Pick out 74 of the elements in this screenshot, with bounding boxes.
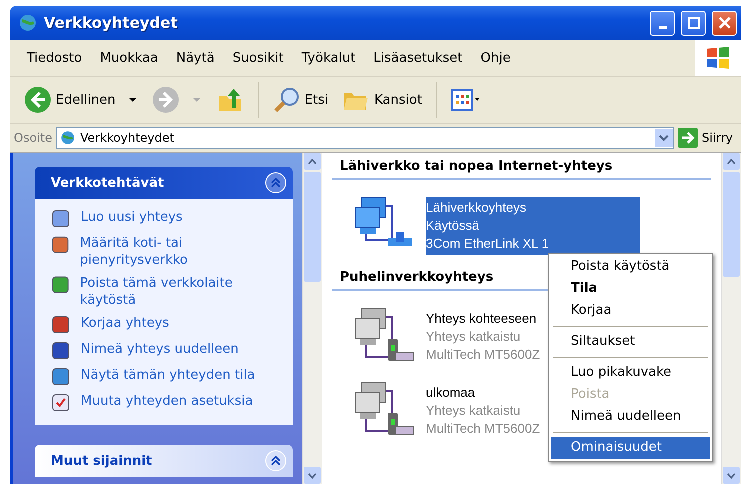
connection-status: Käytössä <box>426 217 480 235</box>
connection-name: Lähiverkkoyhteys <box>426 199 526 217</box>
connection-name: Yhteys kohteeseen <box>426 310 537 328</box>
menu-item[interactable]: Suosikit <box>224 50 293 66</box>
menu-item[interactable]: Muokkaa <box>91 50 168 66</box>
context-menu-item[interactable]: Nimeä uudelleen <box>551 406 710 428</box>
task-link[interactable]: Korjaa yhteys <box>81 315 170 332</box>
menu-item[interactable]: Työkalut <box>292 50 365 66</box>
chevron-down-icon <box>308 472 317 478</box>
search-icon <box>272 86 301 114</box>
address-field[interactable]: Verkkoyhteydet <box>56 127 674 149</box>
collapse-icon[interactable] <box>265 172 287 194</box>
task-icon <box>51 341 71 361</box>
views-icon <box>451 88 482 112</box>
task-link[interactable]: Näytä tämän yhteyden tila <box>81 367 256 384</box>
menu-item[interactable]: Lisäasetukset <box>364 50 472 66</box>
windows-flag-logo <box>695 40 741 76</box>
task-link[interactable]: Muuta yhteyden asetuksia <box>81 393 254 410</box>
context-menu-item[interactable]: Luo pikakuvake <box>551 362 710 384</box>
connection-name: ulkomaa <box>426 384 476 402</box>
device-name: MultiTech MT5600Z <box>426 420 540 438</box>
dropdown-caret-icon <box>192 97 202 103</box>
menu-item[interactable]: Tiedosto <box>18 50 92 66</box>
context-menu-item[interactable]: Korjaa <box>551 300 710 322</box>
device-name: 3Com EtherLink XL 1 <box>426 235 550 253</box>
arrow-right-icon <box>678 128 698 148</box>
context-menu-item[interactable]: Siltaukset <box>551 331 710 353</box>
chevron-up-icon <box>308 158 317 164</box>
group-header: Lähiverkko tai nopea Internet-yhteys <box>332 157 711 180</box>
dropdown-button[interactable] <box>654 129 673 147</box>
chevron-up-icon <box>727 158 736 164</box>
address-label: Osoite <box>14 131 52 145</box>
scroll-up-button[interactable] <box>304 153 321 170</box>
window-title: Verkkoyhteydet <box>44 14 179 32</box>
task-link[interactable]: Luo uusi yhteys <box>81 209 183 226</box>
menu-item[interactable]: Näytä <box>167 50 224 66</box>
task-icon <box>51 209 71 229</box>
dropdown-caret-icon <box>128 97 138 103</box>
task-icon <box>51 315 71 335</box>
connection-status: Yhteys katkaistu <box>426 402 521 420</box>
scroll-down-button[interactable] <box>723 467 740 484</box>
connection-status: Yhteys katkaistu <box>426 328 521 346</box>
maximize-button[interactable] <box>681 10 706 36</box>
network-globe-icon <box>18 13 38 33</box>
task-link[interactable]: Määritä koti- tai pienyritysverkko <box>80 235 285 269</box>
task-icon <box>51 275 70 295</box>
close-button[interactable] <box>712 10 737 36</box>
menu-item[interactable]: Ohje <box>472 50 520 66</box>
scroll-thumb[interactable] <box>304 172 321 282</box>
collapse-icon[interactable] <box>265 450 287 472</box>
minimize-icon <box>658 26 666 28</box>
back-button[interactable]: Edellinen <box>20 84 142 116</box>
folders-button[interactable]: Kansiot <box>338 85 426 115</box>
panel-header: Muut sijainnit <box>35 445 293 477</box>
device-name: MultiTech MT5600Z <box>426 346 540 364</box>
chevron-down-icon <box>658 135 669 141</box>
task-icon <box>51 367 71 387</box>
task-icon <box>51 235 70 255</box>
maximize-icon <box>688 17 700 29</box>
go-button[interactable]: Siirry <box>678 128 737 148</box>
task-link[interactable]: Poista tämä verkkolaite käytöstä <box>80 275 285 309</box>
scroll-thumb[interactable] <box>723 172 740 277</box>
chevron-down-icon <box>727 472 736 478</box>
task-icon <box>51 393 71 413</box>
network-globe-icon <box>60 130 76 146</box>
panel-header: Verkkotehtävät <box>35 167 293 199</box>
context-menu-item[interactable]: Ominaisuudet <box>551 437 710 459</box>
scroll-down-button[interactable] <box>304 467 321 484</box>
minimize-button[interactable] <box>650 10 675 36</box>
search-button[interactable]: Etsi <box>268 84 332 116</box>
selection-highlight[interactable]: Lähiverkkoyhteys Käytössä 3Com EtherLink XL 1 <box>426 197 640 255</box>
close-icon <box>718 17 730 29</box>
task-link[interactable]: Nimeä yhteys uudelleen <box>81 341 239 358</box>
scroll-up-button[interactable] <box>723 153 740 170</box>
